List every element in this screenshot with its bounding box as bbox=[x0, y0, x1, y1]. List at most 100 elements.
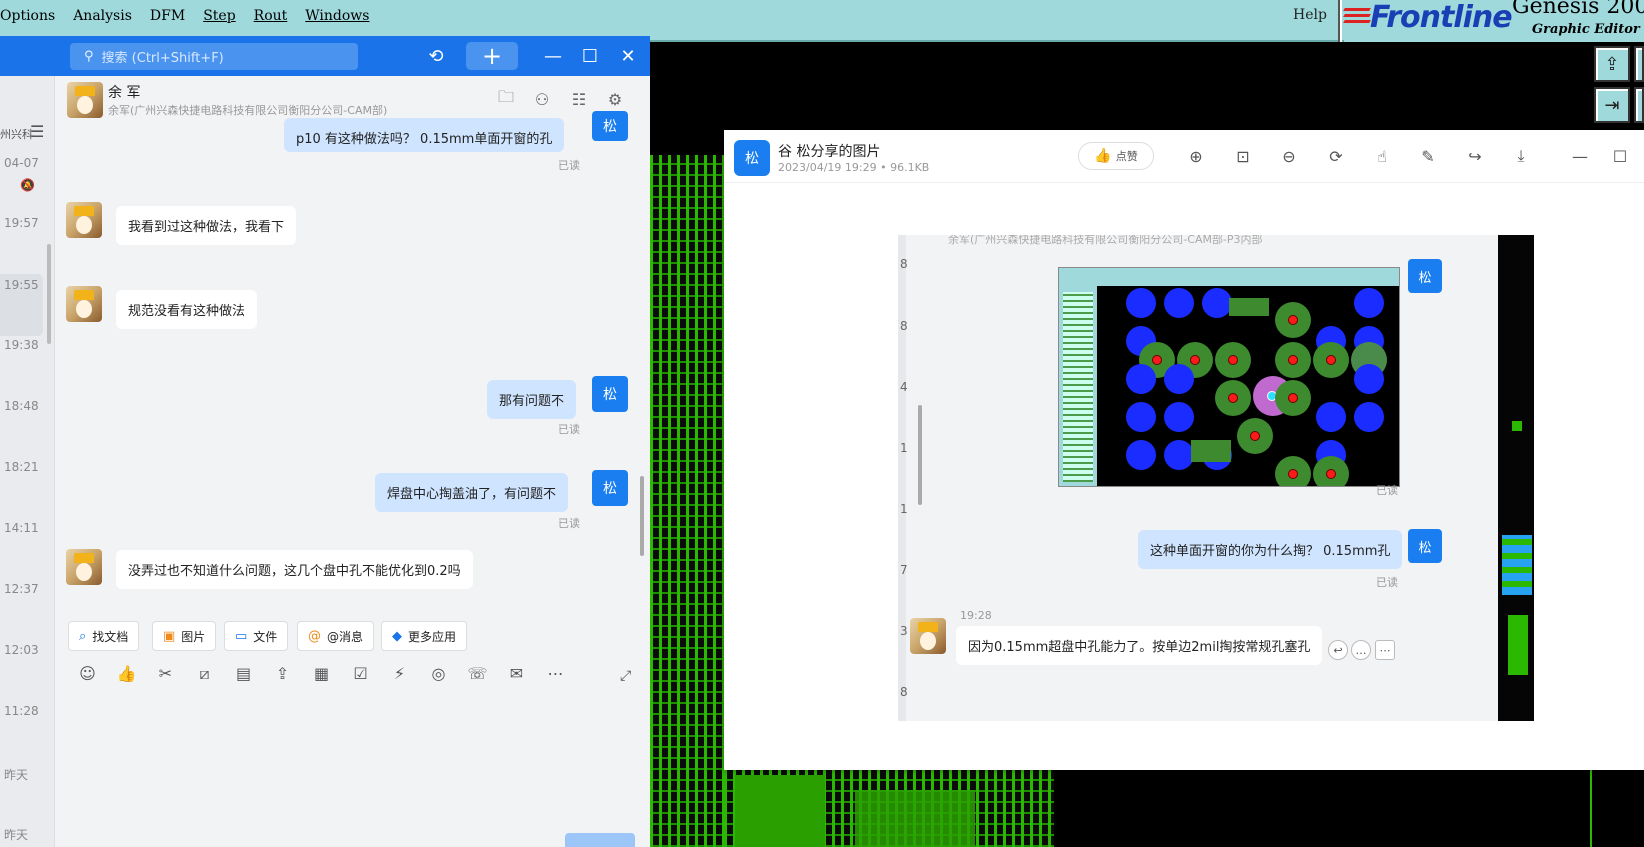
minimize-icon[interactable]: — bbox=[539, 42, 567, 70]
message-bubble-theirs[interactable]: 规范没看有这种做法 bbox=[116, 290, 258, 329]
contact-name[interactable]: 余 军 bbox=[108, 82, 140, 102]
conversation-time[interactable]: 昨天 bbox=[4, 766, 28, 783]
contact-avatar[interactable] bbox=[66, 549, 102, 585]
conversation-time[interactable]: 19:38 bbox=[4, 338, 39, 352]
message-bubble-mine[interactable]: 那有问题不 bbox=[487, 380, 577, 419]
thumbs-up-icon: 👍 bbox=[1094, 148, 1112, 164]
screen-share-icon[interactable]: ◎ bbox=[419, 664, 458, 690]
quick-action-label: 文件 bbox=[253, 629, 278, 644]
emoji-icon[interactable]: ☺ bbox=[68, 664, 107, 690]
rotate-icon[interactable]: ⟳ bbox=[1324, 144, 1348, 168]
edit-image-icon[interactable]: ✎ bbox=[1416, 144, 1440, 168]
actual-size-icon[interactable]: ⊡ bbox=[1231, 144, 1255, 168]
message-bubble-mine: 这种单面开窗的你为什么掏？ 0.15mm孔 bbox=[1138, 530, 1403, 569]
quick-action-label: 更多应用 bbox=[408, 629, 457, 644]
search-history-icon[interactable]: ☷ bbox=[568, 88, 590, 110]
history-icon[interactable]: ⟲ bbox=[422, 42, 450, 70]
slash-command-icon[interactable]: ⧄ bbox=[185, 664, 224, 690]
contact-avatar[interactable] bbox=[66, 286, 102, 322]
inner-list-strip bbox=[898, 235, 906, 721]
more-apps-button[interactable]: ◆ 更多应用 bbox=[381, 621, 468, 651]
conversation-time[interactable]: 19:55 bbox=[4, 278, 39, 292]
conversation-time[interactable]: 11:28 bbox=[4, 704, 39, 718]
zoom-in-icon[interactable]: ⊕ bbox=[1184, 144, 1208, 168]
contact-avatar[interactable] bbox=[66, 202, 102, 238]
image-button[interactable]: ▣ 图片 bbox=[152, 621, 217, 651]
menu-dfm[interactable]: DFM bbox=[150, 8, 185, 24]
inner-number: 8 bbox=[900, 257, 908, 271]
mention-button[interactable]: @ @消息 bbox=[297, 621, 375, 651]
frontline-logo: Frontline Genesis 2000 Graphic Editor bbox=[1343, 0, 1644, 42]
inner-number: 3 bbox=[900, 624, 908, 638]
minimize-icon[interactable]: — bbox=[1568, 144, 1592, 168]
contact-organization: 余军(广州兴森快捷电路科技有限公司衡阳分公司-CAM部) bbox=[108, 104, 388, 117]
maximize-icon[interactable]: ☐ bbox=[576, 42, 604, 70]
new-doc-icon[interactable]: ▤ bbox=[224, 664, 263, 690]
mail-icon[interactable]: ✉ bbox=[497, 664, 536, 690]
message-bubble-mine[interactable]: 焊盘中心掏盖油了，有问题不 bbox=[375, 473, 569, 512]
conversation-time[interactable]: 12:03 bbox=[4, 643, 39, 657]
message-bubble-theirs[interactable]: 我看到过这种做法，我看下 bbox=[116, 206, 297, 245]
at-icon: @ bbox=[308, 628, 321, 644]
list-scrollbar[interactable] bbox=[47, 244, 51, 344]
menu-analysis[interactable]: Analysis bbox=[73, 8, 132, 24]
conversation-time[interactable]: 14:11 bbox=[4, 521, 39, 535]
sender-avatar: 松 bbox=[734, 140, 770, 176]
inner-pcb-strip bbox=[1498, 235, 1534, 721]
scissors-icon[interactable]: ✂ bbox=[146, 664, 185, 690]
add-user-icon[interactable]: ⚇ bbox=[531, 88, 553, 110]
message-bubble-mine[interactable]: p10 有这种做法吗？ 0.15mm单面开窗的孔 bbox=[284, 118, 565, 152]
menu-rout[interactable]: Rout bbox=[254, 8, 288, 24]
quick-action-label: 图片 bbox=[181, 629, 206, 644]
lightning-icon[interactable]: ⚡ bbox=[380, 664, 419, 690]
task-check-icon[interactable]: ☑ bbox=[341, 664, 380, 690]
menu-options[interactable]: Options bbox=[0, 8, 55, 24]
conversation-time[interactable]: 昨天 bbox=[4, 826, 28, 843]
download-icon[interactable]: ⤓ bbox=[1509, 144, 1533, 168]
tool-button-clipped[interactable] bbox=[1634, 87, 1644, 123]
thumbs-up-icon[interactable]: 👍 bbox=[107, 664, 146, 690]
muted-bell-icon: 🔕 bbox=[20, 178, 35, 192]
message-bubble-theirs[interactable]: 没弄过也不知道什么问题，这几个盘中孔不能优化到0.2吗 bbox=[116, 550, 473, 589]
file-button[interactable]: ▭ 文件 bbox=[224, 621, 289, 651]
my-avatar[interactable]: 松 bbox=[592, 470, 628, 506]
maximize-icon[interactable]: ☐ bbox=[1608, 144, 1632, 168]
share-icon[interactable]: ↪ bbox=[1463, 144, 1487, 168]
conversation-time[interactable]: 18:21 bbox=[4, 460, 39, 474]
contact-avatar[interactable] bbox=[67, 82, 103, 118]
expand-icon[interactable]: ⤢ bbox=[620, 668, 631, 684]
calendar-icon[interactable]: ▦ bbox=[302, 664, 341, 690]
conversation-time[interactable]: 19:57 bbox=[4, 216, 39, 230]
chat-titlebar: ⚲ 搜索 (Ctrl+Shift+F) ⟲ + — ☐ ✕ bbox=[0, 36, 650, 76]
menu-help[interactable]: Help bbox=[1293, 7, 1327, 23]
search-input[interactable]: ⚲ 搜索 (Ctrl+Shift+F) bbox=[70, 43, 358, 70]
gear-icon[interactable]: ⚙ bbox=[604, 88, 626, 110]
new-chat-button[interactable]: + bbox=[466, 42, 518, 70]
shared-image[interactable]: 8 8 4 1 1 7 3 8 余军(广州兴森快捷电路科技有限公司衡阳分公司-C… bbox=[898, 235, 1534, 721]
phone-icon[interactable]: ☏ bbox=[458, 664, 497, 690]
find-doc-button[interactable]: ⌕ 找文档 bbox=[68, 621, 140, 651]
menu-icon[interactable]: ☰ bbox=[30, 122, 44, 141]
upload-icon[interactable]: ⇪ bbox=[263, 664, 302, 690]
menubar-separator bbox=[1338, 0, 1342, 42]
close-icon[interactable]: ✕ bbox=[614, 42, 642, 70]
chat-scrollbar[interactable] bbox=[640, 476, 644, 556]
hand-icon[interactable]: ☝ bbox=[1370, 144, 1394, 168]
send-button[interactable] bbox=[565, 833, 635, 847]
my-avatar[interactable]: 松 bbox=[592, 111, 628, 141]
menu-step[interactable]: Step bbox=[203, 8, 235, 24]
import-tool-icon[interactable]: ⇥ bbox=[1594, 87, 1630, 123]
folder-icon[interactable]: 🗀 bbox=[495, 87, 517, 110]
conversation-time[interactable]: 18:48 bbox=[4, 399, 39, 413]
export-tool-icon[interactable]: ⇪ bbox=[1594, 46, 1630, 82]
product-name: Genesis 2000 bbox=[1512, 0, 1644, 19]
conversation-time[interactable]: 12:37 bbox=[4, 582, 39, 596]
menu-windows[interactable]: Windows bbox=[305, 8, 369, 24]
my-avatar[interactable]: 松 bbox=[592, 376, 628, 412]
like-button[interactable]: 👍 点赞 bbox=[1078, 142, 1154, 170]
viewer-title: 谷 松分享的图片 bbox=[778, 144, 881, 160]
more-icon[interactable]: ⋯ bbox=[536, 664, 575, 690]
zoom-out-icon[interactable]: ⊖ bbox=[1277, 144, 1301, 168]
viewer-divider bbox=[724, 182, 1644, 183]
tool-button-clipped[interactable] bbox=[1634, 46, 1644, 82]
